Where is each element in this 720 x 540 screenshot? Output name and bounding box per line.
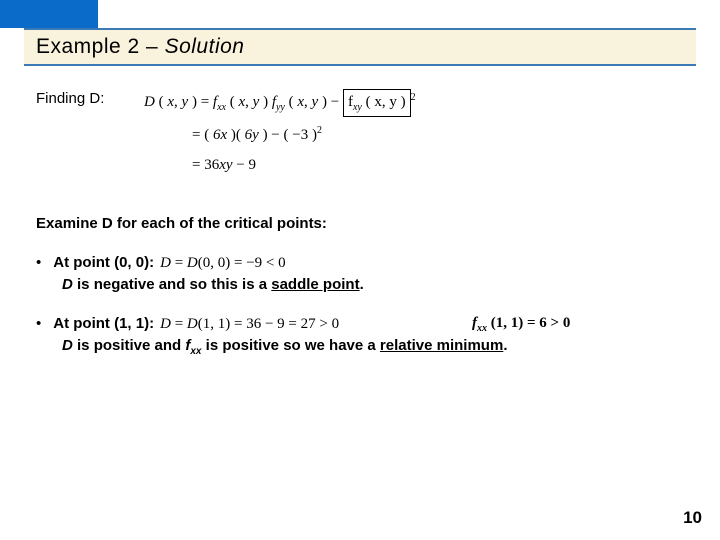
point2-fxx: fxx (1, 1) = 6 > 0 xyxy=(472,315,570,334)
slide-title: Example 2 – Solution xyxy=(36,35,244,59)
point1-D: D xyxy=(62,276,73,293)
equation-line-3: = 36xy − 9 xyxy=(192,153,684,177)
bullet-icon: • xyxy=(36,254,41,271)
equation-line-1: D ( x, y ) = fxx ( x, y ) fyy ( x, y ) −… xyxy=(144,89,684,117)
corner-accent xyxy=(0,0,98,28)
slide: Example 2 – Solution Finding D: D ( x, y… xyxy=(0,0,720,540)
point1-post: . xyxy=(360,276,364,293)
bullet-list: • At point (0, 0): D = D(0, 0) = −9 < 0 … xyxy=(36,254,684,357)
content-area: Finding D: D ( x, y ) = fxx ( x, y ) fyy… xyxy=(36,90,684,379)
title-bar: Example 2 – Solution xyxy=(24,28,696,66)
equation-line-2: = ( 6x )( 6y ) − ( −3 )2 xyxy=(192,123,684,147)
point2-fxx-sub: xx xyxy=(190,346,201,357)
bullet-point-1: • At point (0, 0): D = D(0, 0) = −9 < 0 xyxy=(36,254,684,272)
equation-block: D ( x, y ) = fxx ( x, y ) fyy ( x, y ) −… xyxy=(144,89,684,177)
bullet-point-2: • At point (1, 1): D = D(1, 1) = 36 − 9 … xyxy=(36,315,684,333)
point2-mid2: is positive so we have a xyxy=(202,337,380,354)
point2-underline: relative minimum xyxy=(380,337,503,354)
point1-label: At point (0, 0): xyxy=(53,254,154,271)
point1-math: D = D(0, 0) = −9 < 0 xyxy=(160,255,286,272)
point2-label: At point (1, 1): xyxy=(53,315,154,332)
examine-heading: Examine D for each of the critical point… xyxy=(36,215,684,232)
point1-conclusion: D is negative and so this is a saddle po… xyxy=(62,276,684,293)
page-number: 10 xyxy=(683,508,702,528)
point1-mid: is negative and so this is a xyxy=(73,276,271,293)
point2-post: . xyxy=(503,337,507,354)
title-prefix: Example 2 – xyxy=(36,35,165,58)
point2-conclusion: D is positive and fxx is positive so we … xyxy=(62,337,684,357)
point2-D: D xyxy=(62,337,73,354)
point2-math: D = D(1, 1) = 36 − 9 = 27 > 0 xyxy=(160,316,339,333)
title-suffix: Solution xyxy=(165,35,245,58)
point1-underline: saddle point xyxy=(271,276,359,293)
bullet-icon: • xyxy=(36,315,41,332)
point2-mid1: is positive and xyxy=(73,337,186,354)
